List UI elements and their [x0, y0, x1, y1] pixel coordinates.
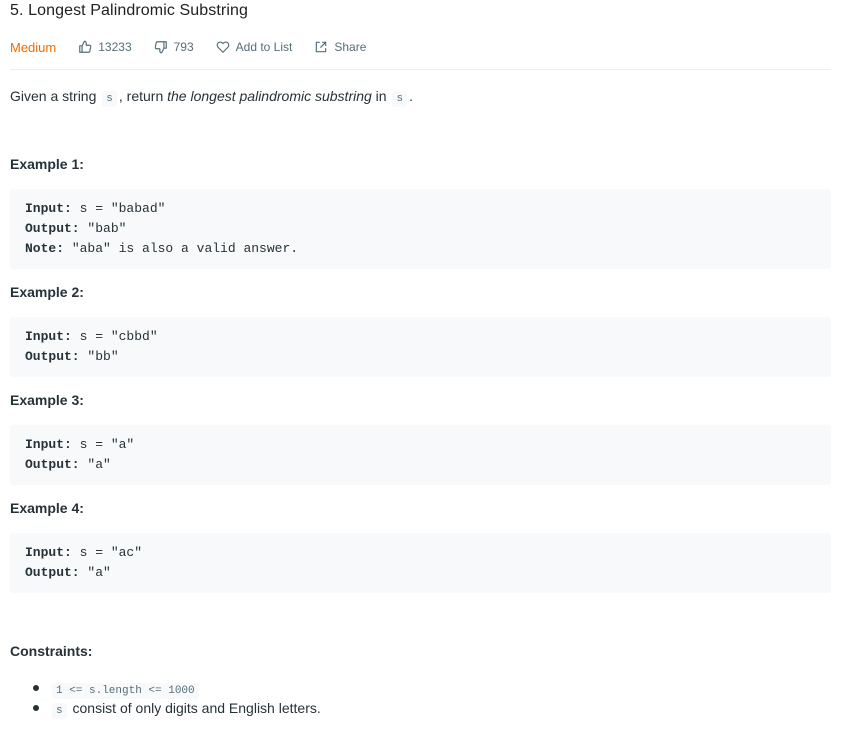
- dislike-button[interactable]: 793: [154, 40, 194, 54]
- constraints-list: 1 <= s.length <= 1000 s consist of only …: [10, 678, 321, 719]
- input-value: s = "cbbd": [71, 329, 158, 344]
- add-to-list-label: Add to List: [235, 40, 293, 54]
- statement-text: in: [371, 88, 391, 104]
- output-value: "bb": [79, 349, 119, 364]
- dislike-count: 793: [173, 40, 194, 54]
- constraint-item: 1 <= s.length <= 1000: [10, 678, 321, 699]
- note-label: Note:: [25, 241, 65, 256]
- share-label: Share: [334, 40, 367, 54]
- example-3-block: Input: s = "a" Output: "a": [10, 425, 831, 485]
- problem-statement: Given a string s, return the longest pal…: [10, 86, 413, 109]
- thumbs-down-icon: [154, 41, 167, 54]
- output-label: Output:: [25, 221, 80, 236]
- output-label: Output:: [25, 457, 80, 472]
- statement-text: .: [409, 88, 413, 104]
- header-divider: [10, 69, 831, 70]
- note-value: "aba" is also a valid answer.: [64, 241, 299, 256]
- example-1-title: Example 1:: [10, 156, 84, 172]
- problem-meta-bar: Medium 13233 793 Add to List Share: [10, 38, 388, 56]
- example-4-title: Example 4:: [10, 500, 84, 516]
- example-4-block: Input: s = "ac" Output: "a": [10, 533, 831, 593]
- example-2-block: Input: s = "cbbd" Output: "bb": [10, 317, 831, 377]
- output-label: Output:: [25, 349, 80, 364]
- inline-code: 1 <= s.length <= 1000: [52, 683, 199, 699]
- share-icon: [316, 41, 327, 53]
- thumbs-up-icon: [79, 40, 92, 53]
- input-label: Input:: [25, 545, 72, 560]
- input-value: s = "a": [71, 437, 135, 452]
- example-input-line: Input: s = "a": [25, 437, 134, 453]
- share-button[interactable]: Share: [314, 40, 366, 54]
- difficulty-badge: Medium: [10, 39, 57, 55]
- input-value: s = "babad": [71, 201, 166, 216]
- problem-title: 5. Longest Palindromic Substring: [10, 2, 248, 19]
- input-label: Input:: [25, 201, 72, 216]
- input-value: s = "ac": [71, 545, 143, 560]
- output-value: "bab": [79, 221, 127, 236]
- example-3-title: Example 3:: [10, 392, 84, 408]
- statement-text: , return: [118, 88, 168, 104]
- add-to-list-button[interactable]: Add to List: [216, 40, 293, 54]
- example-2-title: Example 2:: [10, 284, 84, 300]
- example-output-line: Output: "bab": [25, 221, 126, 237]
- statement-emphasis: the longest palindromic substring: [167, 88, 372, 104]
- inline-code: s: [102, 91, 117, 107]
- statement-text: Given a string: [10, 88, 101, 104]
- inline-code: s: [52, 703, 67, 719]
- output-value: "a": [79, 565, 111, 580]
- like-button[interactable]: 13233: [78, 40, 132, 54]
- constraint-item: s consist of only digits and English let…: [10, 698, 321, 719]
- constraints-title: Constraints:: [10, 643, 93, 659]
- inline-code: s: [392, 91, 408, 107]
- example-output-line: Output: "a": [25, 565, 111, 581]
- example-input-line: Input: s = "babad": [25, 201, 165, 217]
- like-count: 13233: [98, 40, 132, 54]
- constraint-text: consist of only digits and English lette…: [68, 700, 321, 716]
- output-value: "a": [79, 457, 111, 472]
- example-1-block: Input: s = "babad" Output: "bab" Note: "…: [10, 189, 831, 269]
- heart-icon: [216, 41, 230, 53]
- example-input-line: Input: s = "cbbd": [25, 329, 158, 345]
- example-note-line: Note: "aba" is also a valid answer.: [25, 241, 298, 257]
- example-output-line: Output: "bb": [25, 349, 119, 365]
- output-label: Output:: [25, 565, 80, 580]
- input-label: Input:: [25, 329, 72, 344]
- example-input-line: Input: s = "ac": [25, 545, 142, 561]
- example-output-line: Output: "a": [25, 457, 111, 473]
- input-label: Input:: [25, 437, 72, 452]
